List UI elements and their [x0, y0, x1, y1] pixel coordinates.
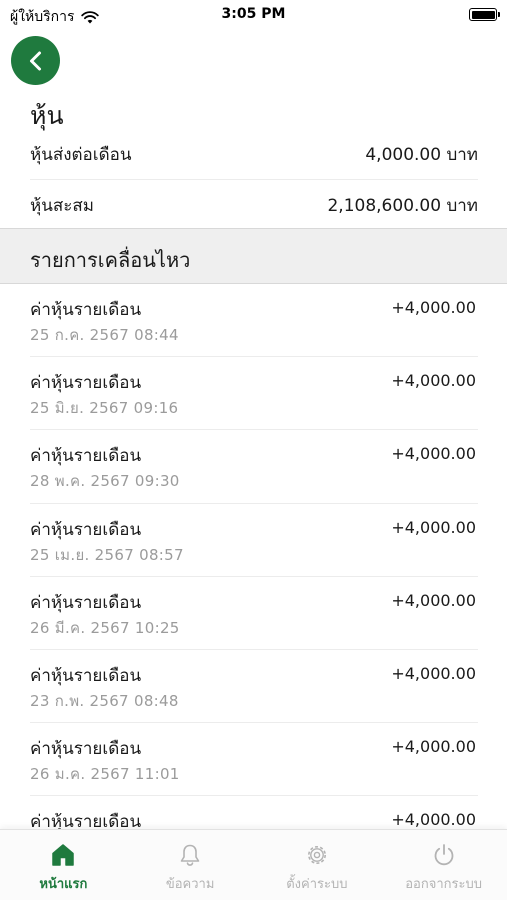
bell-icon: [180, 844, 200, 866]
tab-messages-label: ข้อความ: [165, 877, 215, 892]
transaction-amount: +4,000.00: [391, 590, 476, 610]
transaction-label: ค่าหุ้นรายเดือน: [30, 519, 142, 540]
chevron-left-icon: [29, 51, 41, 70]
transaction-label: ค่าหุ้นรายเดือน: [30, 739, 142, 760]
monthly-share-value: 4,000.00 บาท: [365, 145, 478, 165]
transaction-amount: +4,000.00: [391, 810, 476, 829]
transaction-date: 26 ม.ค. 2567 11:01: [30, 765, 180, 784]
tab-messages[interactable]: ข้อความ: [127, 830, 254, 900]
transaction-row[interactable]: ค่าหุ้นรายเดือน 28 พ.ค. 2567 09:30 +4,00…: [30, 430, 478, 504]
transaction-date: 23 ก.พ. 2567 08:48: [30, 691, 179, 710]
transaction-amount: +4,000.00: [391, 444, 476, 464]
tab-logout-label: ออกจากระบบ: [405, 877, 482, 892]
accumulated-share-label: หุ้นสะสม: [30, 195, 94, 216]
transaction-row[interactable]: ค่าหุ้นรายเดือน 25 มิ.ย. 2567 09:16 +4,0…: [30, 357, 478, 431]
tab-logout[interactable]: ออกจากระบบ: [380, 830, 507, 900]
transaction-list[interactable]: ค่าหุ้นรายเดือน 25 ก.ค. 2567 08:44 +4,00…: [30, 284, 478, 829]
transaction-amount: +4,000.00: [391, 737, 476, 757]
transaction-date: 25 ก.ค. 2567 08:44: [30, 326, 179, 344]
transaction-date: 25 เม.ย. 2567 08:57: [30, 545, 184, 564]
transaction-amount: +4,000.00: [391, 517, 476, 537]
tab-home-label: หน้าแรก: [39, 877, 88, 892]
transaction-amount: +4,000.00: [391, 663, 476, 683]
transaction-row[interactable]: ค่าหุ้นรายเดือน 26 มี.ค. 2567 10:25 +4,0…: [30, 577, 478, 650]
transaction-label: ค่าหุ้นรายเดือน: [30, 300, 142, 320]
accumulated-share-value: 2,108,600.00 บาท: [327, 195, 478, 216]
movements-section-header: รายการเคลื่อนไหว: [0, 228, 507, 284]
battery-icon: [469, 8, 500, 21]
transaction-date: 28 พ.ค. 2567 09:30: [30, 472, 180, 491]
home-icon: [52, 844, 75, 866]
transaction-label: ค่าหุ้นรายเดือน: [30, 665, 142, 686]
accumulated-share-row: หุ้นสะสม 2,108,600.00 บาท: [30, 180, 478, 230]
power-icon: [434, 844, 453, 866]
transaction-date: 26 มี.ค. 2567 10:25: [30, 618, 180, 637]
tab-settings-label: ตั้งค่าระบบ: [286, 877, 348, 892]
transaction-label: ค่าหุ้นรายเดือน: [30, 446, 142, 467]
transaction-row[interactable]: ค่าหุ้นรายเดือน 25 เม.ย. 2567 08:57 +4,0…: [30, 504, 478, 577]
transaction-date: 25 มิ.ย. 2567 09:16: [30, 399, 179, 418]
status-time: 3:05 PM: [221, 6, 286, 22]
monthly-share-label: หุ้นส่งต่อเดือน: [30, 145, 132, 165]
transaction-row[interactable]: ค่าหุ้นรายเดือน +4,000.00: [30, 796, 478, 829]
transaction-row[interactable]: ค่าหุ้นรายเดือน 23 ก.พ. 2567 08:48 +4,00…: [30, 650, 478, 724]
tab-home[interactable]: หน้าแรก: [0, 830, 127, 900]
back-button[interactable]: [11, 36, 60, 85]
tab-bar: หน้าแรก ข้อความ ตั้งค่าระบบ ออกจากระบบ: [0, 829, 507, 900]
transaction-amount: +4,000.00: [391, 298, 476, 317]
transaction-amount: +4,000.00: [391, 371, 476, 391]
gear-icon: [307, 846, 326, 864]
tab-settings[interactable]: ตั้งค่าระบบ: [254, 830, 381, 900]
transaction-label: ค่าหุ้นรายเดือน: [30, 373, 142, 394]
transaction-label: ค่าหุ้นรายเดือน: [30, 592, 142, 613]
transaction-row[interactable]: ค่าหุ้นรายเดือน 26 ม.ค. 2567 11:01 +4,00…: [30, 723, 478, 797]
transaction-label: ค่าหุ้นรายเดือน: [30, 812, 142, 829]
monthly-share-row: หุ้นส่งต่อเดือน 4,000.00 บาท: [30, 130, 478, 180]
transaction-row[interactable]: ค่าหุ้นรายเดือน 25 ก.ค. 2567 08:44 +4,00…: [30, 284, 478, 358]
movements-title: รายการเคลื่อนไหว: [30, 248, 191, 272]
status-bar: ผู้ให้บริการ 3:05 PM: [0, 0, 507, 30]
